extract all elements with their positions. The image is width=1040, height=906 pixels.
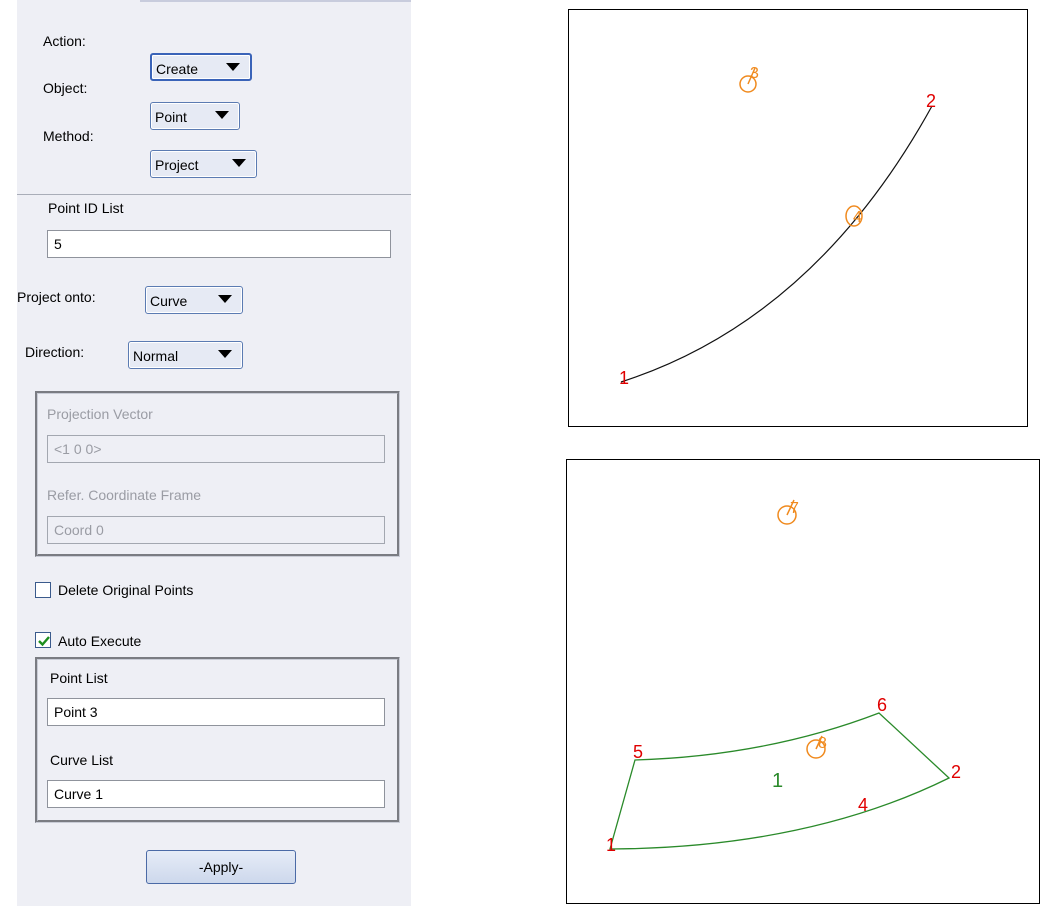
top-viewport[interactable]: 1 2 3 4: [568, 9, 1028, 427]
point-list-field[interactable]: [47, 698, 385, 726]
curve-list-label: Curve List: [50, 752, 114, 768]
chevron-down-icon: [226, 63, 240, 71]
top-viewport-canvas: 1 2 3 4: [619, 65, 936, 388]
chevron-down-icon: [218, 350, 232, 358]
bottom-viewport[interactable]: 7 8 1 2 4 5 6 1: [566, 459, 1040, 904]
point-list-input[interactable]: [48, 699, 384, 725]
node-label-1: 1: [619, 368, 629, 388]
chevron-down-icon: [215, 111, 229, 119]
object-label: Object:: [43, 80, 88, 96]
projection-vector-label: Projection Vector: [47, 406, 153, 422]
auto-execute-checkbox[interactable]: [35, 632, 51, 648]
delete-original-label: Delete Original Points: [58, 582, 194, 598]
point-label-4: 4: [853, 209, 862, 226]
action-value: Create: [156, 61, 199, 77]
method-value: Project: [155, 157, 199, 173]
check-icon: [38, 636, 50, 647]
direction-label: Direction:: [25, 344, 85, 360]
delete-original-checkbox[interactable]: [35, 582, 51, 598]
point-id-list-input[interactable]: [48, 231, 390, 257]
object-value: Point: [155, 109, 187, 125]
refer-frame-field: [47, 516, 385, 544]
projection-vector-input: [48, 436, 384, 462]
point-label-3: 3: [750, 65, 759, 82]
node-label-5: 5: [633, 742, 643, 762]
curve-list-field[interactable]: [47, 780, 385, 808]
project-onto-dropdown[interactable]: Curve: [145, 286, 243, 314]
point-label-8: 8: [818, 735, 827, 752]
point-list-label: Point List: [50, 670, 108, 686]
method-label: Method:: [43, 128, 94, 144]
panel-top-edge: [140, 0, 411, 2]
chevron-down-icon: [232, 159, 246, 167]
chevron-down-icon: [218, 295, 232, 303]
node-label-2: 2: [951, 762, 961, 782]
bottom-viewport-canvas: 7 8 1 2 4 5 6 1: [606, 499, 961, 855]
section-divider: [17, 194, 411, 195]
method-dropdown[interactable]: Project: [150, 150, 257, 178]
object-dropdown[interactable]: Point: [150, 102, 240, 130]
action-label: Action:: [43, 33, 86, 49]
form-panel: Action: Create Object: Point Method: Pro…: [17, 0, 411, 906]
point-id-list-field[interactable]: [47, 230, 391, 258]
action-dropdown[interactable]: Create: [150, 53, 252, 81]
node-label-4: 4: [858, 795, 868, 815]
point-id-list-label: Point ID List: [48, 200, 124, 216]
direction-dropdown[interactable]: Normal: [128, 341, 243, 369]
curve-list-input[interactable]: [48, 781, 384, 807]
refer-frame-input: [48, 517, 384, 543]
project-onto-value: Curve: [150, 293, 188, 309]
direction-value: Normal: [133, 348, 179, 364]
node-label-1: 1: [606, 835, 616, 855]
apply-button[interactable]: -Apply-: [146, 850, 296, 884]
node-label-2: 2: [926, 91, 936, 111]
node-label-6: 6: [877, 695, 887, 715]
curve-1: [620, 105, 933, 383]
refer-frame-label: Refer. Coordinate Frame: [47, 487, 202, 503]
auto-execute-label: Auto Execute: [58, 633, 142, 649]
point-label-7: 7: [790, 500, 799, 517]
project-onto-label: Project onto:: [17, 289, 96, 305]
projection-vector-field: [47, 435, 385, 463]
surface-label-1: 1: [772, 770, 783, 792]
